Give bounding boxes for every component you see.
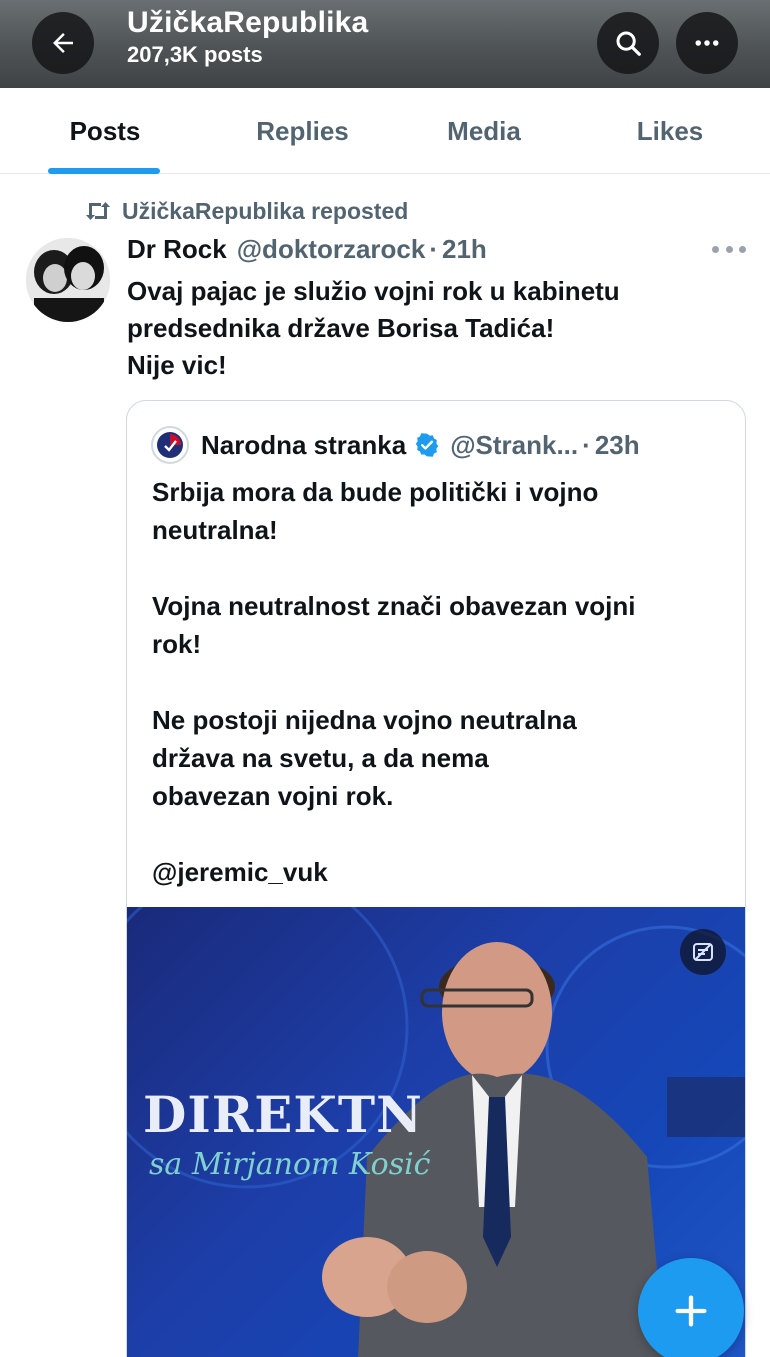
arrow-left-icon (53, 33, 73, 53)
verified-badge-icon (416, 433, 439, 457)
quoted-paragraph: Vojna neutralnost znači obavezan vojni r… (152, 591, 636, 659)
media-badge-glyph (693, 943, 713, 961)
more-button[interactable] (676, 12, 738, 74)
quoted-post[interactable]: Narodna stranka @Strank... · 23h Srbija … (126, 400, 746, 1357)
quoted-author-handle: @Strank... (450, 429, 579, 460)
quoted-timestamp: 23h (594, 429, 640, 460)
profile-header: UžičkaRepublika 207,3K posts (0, 0, 770, 88)
quoted-post-header: Narodna stranka @Strank... · 23h (151, 425, 640, 465)
quoted-avatar (151, 426, 189, 464)
alt-text-badge-icon[interactable] (680, 929, 726, 975)
author-handle[interactable]: @doktorzarock (237, 234, 426, 265)
post-more-icon[interactable] (712, 240, 746, 258)
post-count: 207,3K posts (127, 42, 263, 67)
avatar[interactable] (26, 238, 110, 322)
party-logo-icon (157, 432, 183, 458)
post-text: Ovaj pajac je služio vojni rok u kabinet… (127, 276, 620, 380)
media-brand-text: DIREKTN (143, 1085, 423, 1144)
tab-media[interactable]: Media (420, 88, 548, 174)
separator-dot: · (429, 234, 438, 264)
post-header: Dr Rock @doktorzarock · 21h (127, 234, 487, 268)
mention-link[interactable]: @jeremic_vuk (152, 853, 722, 891)
search-button[interactable] (597, 12, 659, 74)
quoted-author-name: Narodna stranka (201, 429, 407, 460)
tab-replies[interactable]: Replies (230, 88, 375, 174)
repost-label: UžičkaRepublika reposted (122, 197, 409, 224)
author-name[interactable]: Dr Rock (127, 234, 227, 265)
active-tab-indicator (48, 168, 160, 174)
quoted-post-text: Srbija mora da bude politički i vojno ne… (152, 473, 722, 929)
back-button[interactable] (32, 12, 94, 74)
tab-posts[interactable]: Posts (40, 88, 170, 174)
repost-context[interactable]: UžičkaRepublika reposted (84, 196, 408, 226)
more-horizontal-icon (695, 40, 719, 46)
post-timestamp[interactable]: 21h (442, 234, 487, 265)
profile-title: UžičkaRepublika (127, 6, 369, 39)
avatar-photo (26, 238, 110, 322)
tab-likes[interactable]: Likes (610, 88, 730, 174)
quoted-paragraph: Srbija mora da bude politički i vojno ne… (152, 477, 599, 545)
media-script-text: sa Mirjanom Kosić (149, 1147, 431, 1182)
plus-icon (675, 1295, 707, 1327)
separator-dot: · (582, 429, 591, 460)
repost-icon (86, 202, 110, 220)
search-icon (616, 31, 641, 56)
profile-tabs: Posts Replies Media Likes (0, 88, 770, 174)
compose-post-button[interactable] (638, 1258, 744, 1357)
quoted-paragraph: Ne postoji nijedna vojno neutralna držav… (152, 705, 577, 811)
